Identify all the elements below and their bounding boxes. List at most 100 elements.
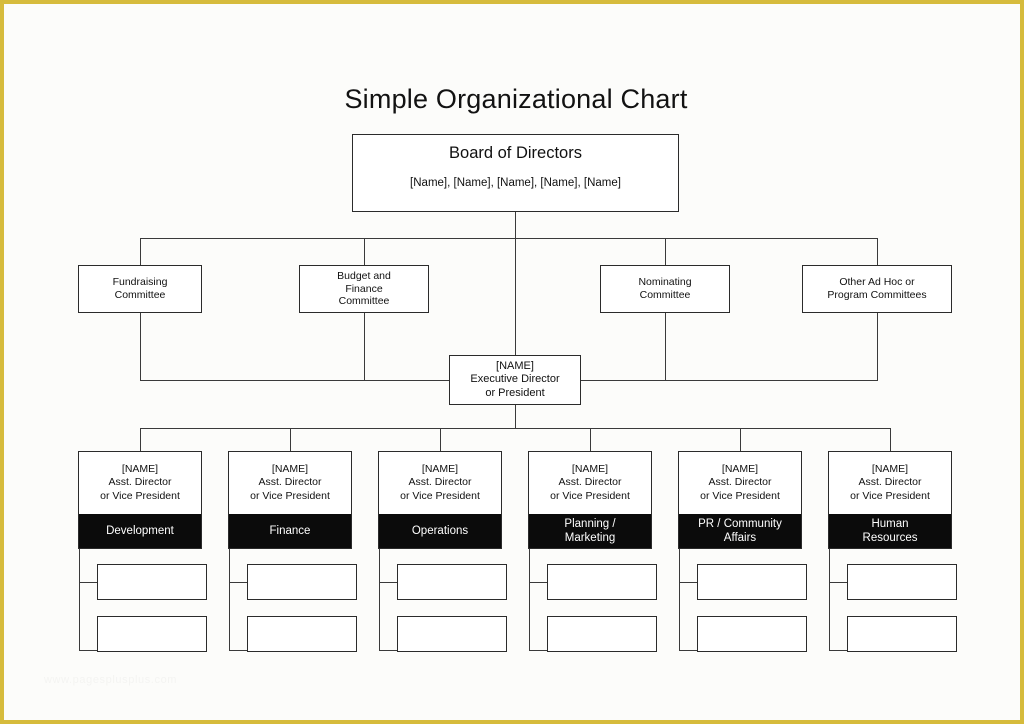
node-sub-box[interactable] bbox=[397, 564, 507, 600]
executive-line: or President bbox=[485, 386, 545, 399]
department-person-line: Asst. Director bbox=[408, 476, 472, 489]
connector-sub-elbow bbox=[229, 650, 248, 651]
connector-sub-elbow bbox=[529, 650, 548, 651]
department-person-line: [NAME] bbox=[721, 462, 759, 475]
department-person: [NAME] Asst. Director or Vice President bbox=[229, 452, 351, 514]
department-name-line: Marketing bbox=[564, 532, 616, 544]
committee-line: Other Ad Hoc or bbox=[839, 276, 915, 289]
node-sub-box[interactable] bbox=[97, 564, 207, 600]
node-department-pr-community-affairs[interactable]: [NAME] Asst. Director or Vice President … bbox=[678, 451, 802, 549]
node-sub-box[interactable] bbox=[97, 616, 207, 652]
department-name-line: Finance bbox=[269, 524, 311, 537]
node-other-ad-hoc-committees[interactable]: Other Ad Hoc or Program Committees bbox=[802, 265, 952, 313]
connector-sub-elbow bbox=[229, 582, 248, 583]
connector-sub-elbow bbox=[379, 582, 398, 583]
connector-sub-elbow bbox=[829, 650, 848, 651]
node-sub-box[interactable] bbox=[697, 564, 807, 600]
board-title: Board of Directors bbox=[449, 144, 582, 162]
node-department-finance[interactable]: [NAME] Asst. Director or Vice President … bbox=[228, 451, 352, 549]
department-person: [NAME] Asst. Director or Vice President bbox=[679, 452, 801, 514]
node-nominating-committee[interactable]: Nominating Committee bbox=[600, 265, 730, 313]
connector-fundraising-down bbox=[140, 313, 141, 380]
connector-board-to-bus bbox=[515, 212, 516, 238]
connector-bus-to-dept-0 bbox=[140, 428, 141, 451]
node-department-operations[interactable]: [NAME] Asst. Director or Vice President … bbox=[378, 451, 502, 549]
node-sub-box[interactable] bbox=[247, 564, 357, 600]
node-sub-box[interactable] bbox=[847, 616, 957, 652]
node-sub-box[interactable] bbox=[547, 616, 657, 652]
connector-sub-spine bbox=[379, 549, 380, 650]
department-person-line: or Vice President bbox=[100, 489, 180, 502]
node-sub-box[interactable] bbox=[247, 616, 357, 652]
connector-bus-to-other bbox=[877, 238, 878, 265]
committee-line: Budget and bbox=[337, 269, 391, 282]
node-sub-box[interactable] bbox=[847, 564, 957, 600]
node-department-development[interactable]: [NAME] Asst. Director or Vice President … bbox=[78, 451, 202, 549]
executive-line: [NAME] bbox=[496, 359, 534, 372]
department-person-line: [NAME] bbox=[571, 462, 609, 475]
connector-bus-to-dept-2 bbox=[440, 428, 441, 451]
connector-exec-tie-right bbox=[581, 380, 878, 381]
department-person: [NAME] Asst. Director or Vice President bbox=[829, 452, 951, 514]
department-person-line: or Vice President bbox=[550, 489, 630, 502]
connector-sub-elbow bbox=[529, 582, 548, 583]
node-sub-box[interactable] bbox=[397, 616, 507, 652]
department-person: [NAME] Asst. Director or Vice President bbox=[529, 452, 651, 514]
department-person: [NAME] Asst. Director or Vice President bbox=[79, 452, 201, 514]
connector-sub-spine bbox=[79, 549, 80, 650]
department-name-band: Human Resources bbox=[829, 514, 951, 548]
connector-sub-spine bbox=[679, 549, 680, 650]
department-name-line: Development bbox=[106, 524, 174, 537]
connector-sub-elbow bbox=[829, 582, 848, 583]
node-board-of-directors[interactable]: Board of Directors [Name], [Name], [Name… bbox=[352, 134, 679, 212]
committee-line: Finance bbox=[345, 282, 383, 295]
connector-sub-spine bbox=[829, 549, 830, 650]
connector-nominating-down bbox=[665, 313, 666, 380]
committee-line: Nominating bbox=[638, 276, 692, 289]
board-names: [Name], [Name], [Name], [Name], [Name] bbox=[410, 177, 621, 190]
committee-line: Committee bbox=[338, 295, 390, 308]
department-name-line: Operations bbox=[411, 524, 469, 537]
committee-line: Committee bbox=[114, 289, 166, 301]
node-fundraising-committee[interactable]: Fundraising Committee bbox=[78, 265, 202, 313]
connector-committee-bus bbox=[140, 238, 877, 239]
connector-bus-to-dept-3 bbox=[590, 428, 591, 451]
department-name-band: Planning / Marketing bbox=[529, 514, 651, 548]
node-executive-director[interactable]: [NAME] Executive Director or President bbox=[449, 355, 581, 405]
node-department-planning-marketing[interactable]: [NAME] Asst. Director or Vice President … bbox=[528, 451, 652, 549]
node-department-human-resources[interactable]: [NAME] Asst. Director or Vice President … bbox=[828, 451, 952, 549]
department-person-line: or Vice President bbox=[250, 489, 330, 502]
department-person-line: Asst. Director bbox=[108, 476, 172, 489]
committee-line: Committee bbox=[639, 289, 691, 301]
committee-line: Fundraising bbox=[112, 276, 168, 289]
department-person-line: [NAME] bbox=[421, 462, 459, 475]
node-sub-box[interactable] bbox=[547, 564, 657, 600]
chart-canvas: Board of Directors [Name], [Name], [Name… bbox=[4, 4, 1020, 720]
connector-sub-spine bbox=[529, 549, 530, 650]
department-person-line: Asst. Director bbox=[708, 476, 772, 489]
department-person-line: Asst. Director bbox=[558, 476, 622, 489]
connector-sub-elbow bbox=[79, 650, 98, 651]
watermark: www.pagesplusplus.com bbox=[44, 674, 178, 686]
node-sub-box[interactable] bbox=[697, 616, 807, 652]
connector-bus-to-dept-4 bbox=[740, 428, 741, 451]
department-person-line: Asst. Director bbox=[258, 476, 322, 489]
executive-line: Executive Director bbox=[470, 373, 560, 386]
department-name-band: PR / Community Affairs bbox=[679, 514, 801, 548]
committee-line: Program Committees bbox=[827, 289, 927, 301]
connector-bus-to-dept-1 bbox=[290, 428, 291, 451]
connector-bus-to-nominating bbox=[665, 238, 666, 265]
department-person-line: [NAME] bbox=[121, 462, 159, 475]
connector-bus-to-dept-5 bbox=[890, 428, 891, 451]
department-name-band: Development bbox=[79, 514, 201, 548]
department-person-line: or Vice President bbox=[850, 489, 930, 502]
connector-budget-down bbox=[364, 313, 365, 380]
connector-sub-spine bbox=[229, 549, 230, 650]
department-name-band: Operations bbox=[379, 514, 501, 548]
connector-bus-to-fundraising bbox=[140, 238, 141, 265]
node-budget-and-finance-committee[interactable]: Budget and Finance Committee bbox=[299, 265, 429, 313]
department-name-line: Resources bbox=[862, 532, 918, 544]
department-name-line: Human bbox=[871, 517, 909, 530]
department-person-line: [NAME] bbox=[871, 462, 909, 475]
department-name-line: Planning / bbox=[564, 517, 616, 530]
